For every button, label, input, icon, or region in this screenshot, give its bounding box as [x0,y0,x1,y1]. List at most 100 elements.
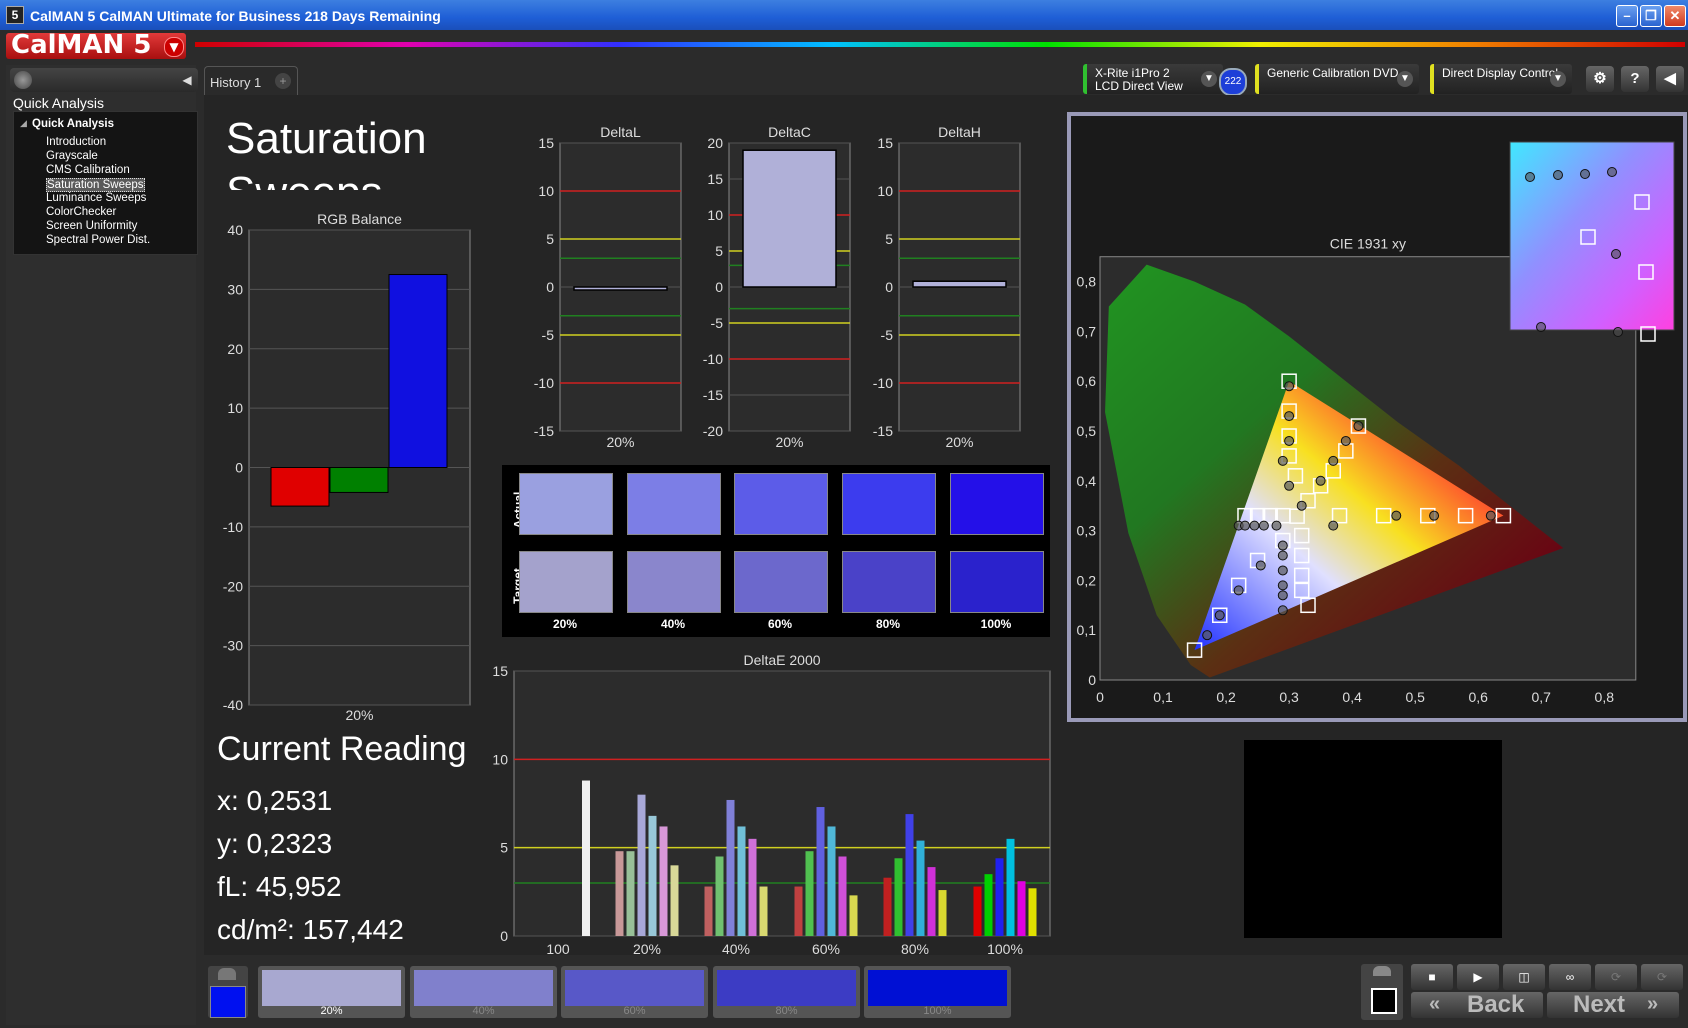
deltal-y-tick: 0 [546,279,554,295]
inset-measured-point [1580,169,1590,179]
swatch-step-label: 80% [875,617,901,631]
deltae-bar [637,794,646,936]
cie-y-tick: 0,8 [1077,274,1097,290]
continuous-read-icon[interactable]: ∞ [1549,964,1591,990]
cie-measured-point [1249,520,1260,531]
deltac-y-tick: 10 [707,207,723,223]
cie-measured-point [1391,510,1402,521]
deltae-bar [715,856,724,936]
cie-measured-point [1284,435,1295,446]
deltac-bar [742,149,837,288]
play-icon[interactable]: ▶ [1457,964,1499,990]
cie-measured-point [1271,520,1282,531]
deltae-bar [626,851,635,936]
patch-3[interactable]: 60% [561,966,708,1018]
cie-measured-point [1233,585,1244,596]
deltae-bar [748,838,757,936]
deltae-x-tick: 100 [546,941,570,957]
stop-icon[interactable]: ■ [1411,964,1453,990]
auto-icon[interactable]: ⟳ [1641,964,1683,990]
deltae-bar [938,890,947,936]
deltae-bar [838,856,847,936]
patch-color [565,970,704,1006]
deltah-y-tick: 10 [877,183,893,199]
deltac-y-tick: 15 [707,171,723,187]
cie-y-tick: 0,7 [1077,323,1097,339]
patch-5[interactable]: 100% [864,966,1011,1018]
deltae-bar [759,886,768,936]
cie-measured-point [1202,630,1213,641]
cie-y-tick: 0,4 [1077,473,1097,489]
cie-y-tick: 0,5 [1077,423,1097,439]
deltae-bar [670,865,679,936]
deltal-y-tick: -10 [534,375,554,391]
patch-4[interactable]: 80% [713,966,860,1018]
inset-measured-point [1536,322,1546,332]
patch-2[interactable]: 40% [410,966,557,1018]
rgb-bar [388,274,448,468]
deltae-bar [816,807,825,936]
deltae-bar [905,814,914,936]
rgb-balance-y-tick: 0 [235,460,243,476]
sync-icon[interactable]: ⟳ [1595,964,1637,990]
read-series-icon[interactable]: ◫ [1503,964,1545,990]
patch-color [868,970,1007,1006]
deltal-y-tick: 5 [546,231,554,247]
deltae-bar [827,826,836,936]
cie-x-tick: 0,7 [1532,689,1552,705]
cie-measured-point [1214,610,1225,621]
current-patch[interactable] [208,966,248,1018]
cie-measured-point [1296,500,1307,511]
cie-measured-point [1277,540,1288,551]
cie-x-tick: 0,6 [1468,689,1488,705]
pattern-preview [1244,740,1502,938]
deltac-y-tick: -5 [711,315,724,331]
patch-color [717,970,856,1006]
inset-measured-point [1607,167,1617,177]
actual-swatch [519,473,613,535]
cie-y-tick: 0,6 [1077,373,1097,389]
deltac-y-tick: 5 [715,243,723,259]
deltae-bar [737,826,746,936]
cie-measured-point [1258,520,1269,531]
inset-measured-point [1613,327,1623,337]
cie-x-tick: 0,1 [1153,689,1173,705]
deltae-bar [726,799,735,936]
rgb-balance-y-tick: -30 [223,638,243,654]
cie-measured-point [1340,435,1351,446]
actual-swatch [842,473,936,535]
cie-measured-point [1277,605,1288,616]
cie-x-tick: 0,5 [1405,689,1425,705]
next-chevrons-icon: » [1647,993,1659,1015]
cie-y-tick: 0,2 [1077,572,1097,588]
cie-measured-point [1277,565,1288,576]
back-chevrons-icon: « [1429,993,1441,1015]
stop-square-icon [1371,988,1397,1014]
cie-measured-point [1277,580,1288,591]
rgb-balance-y-tick: 30 [227,281,243,297]
inset-measured-point [1611,249,1621,259]
measure-button[interactable] [1361,964,1403,1020]
deltac-y-tick: 0 [715,279,723,295]
cie-y-tick: 0,3 [1077,523,1097,539]
cie-measured-point [1284,411,1295,422]
target-swatch [734,551,828,613]
eject-icon [1373,966,1391,976]
back-button[interactable]: « Back [1411,991,1543,1018]
actual-swatch [734,473,828,535]
cie-x-tick: 0,8 [1595,689,1615,705]
next-button[interactable]: Next » [1547,991,1679,1018]
deltae-bar [659,826,668,936]
deltac-y-tick: -10 [703,351,723,367]
deltal-y-tick: -15 [534,423,554,439]
deltal-y-tick: -5 [542,327,555,343]
deltae-bar [1017,881,1026,936]
deltae-x-tick: 80% [901,941,929,957]
deltae-bar [615,851,624,936]
deltae-bar [1006,838,1015,936]
patch-1[interactable]: 20% [258,966,405,1018]
deltae-bar [704,886,713,936]
cie-x-tick: 0,2 [1216,689,1236,705]
cie-measured-point [1277,550,1288,561]
cie-title: CIE 1931 xy [1330,236,1406,252]
